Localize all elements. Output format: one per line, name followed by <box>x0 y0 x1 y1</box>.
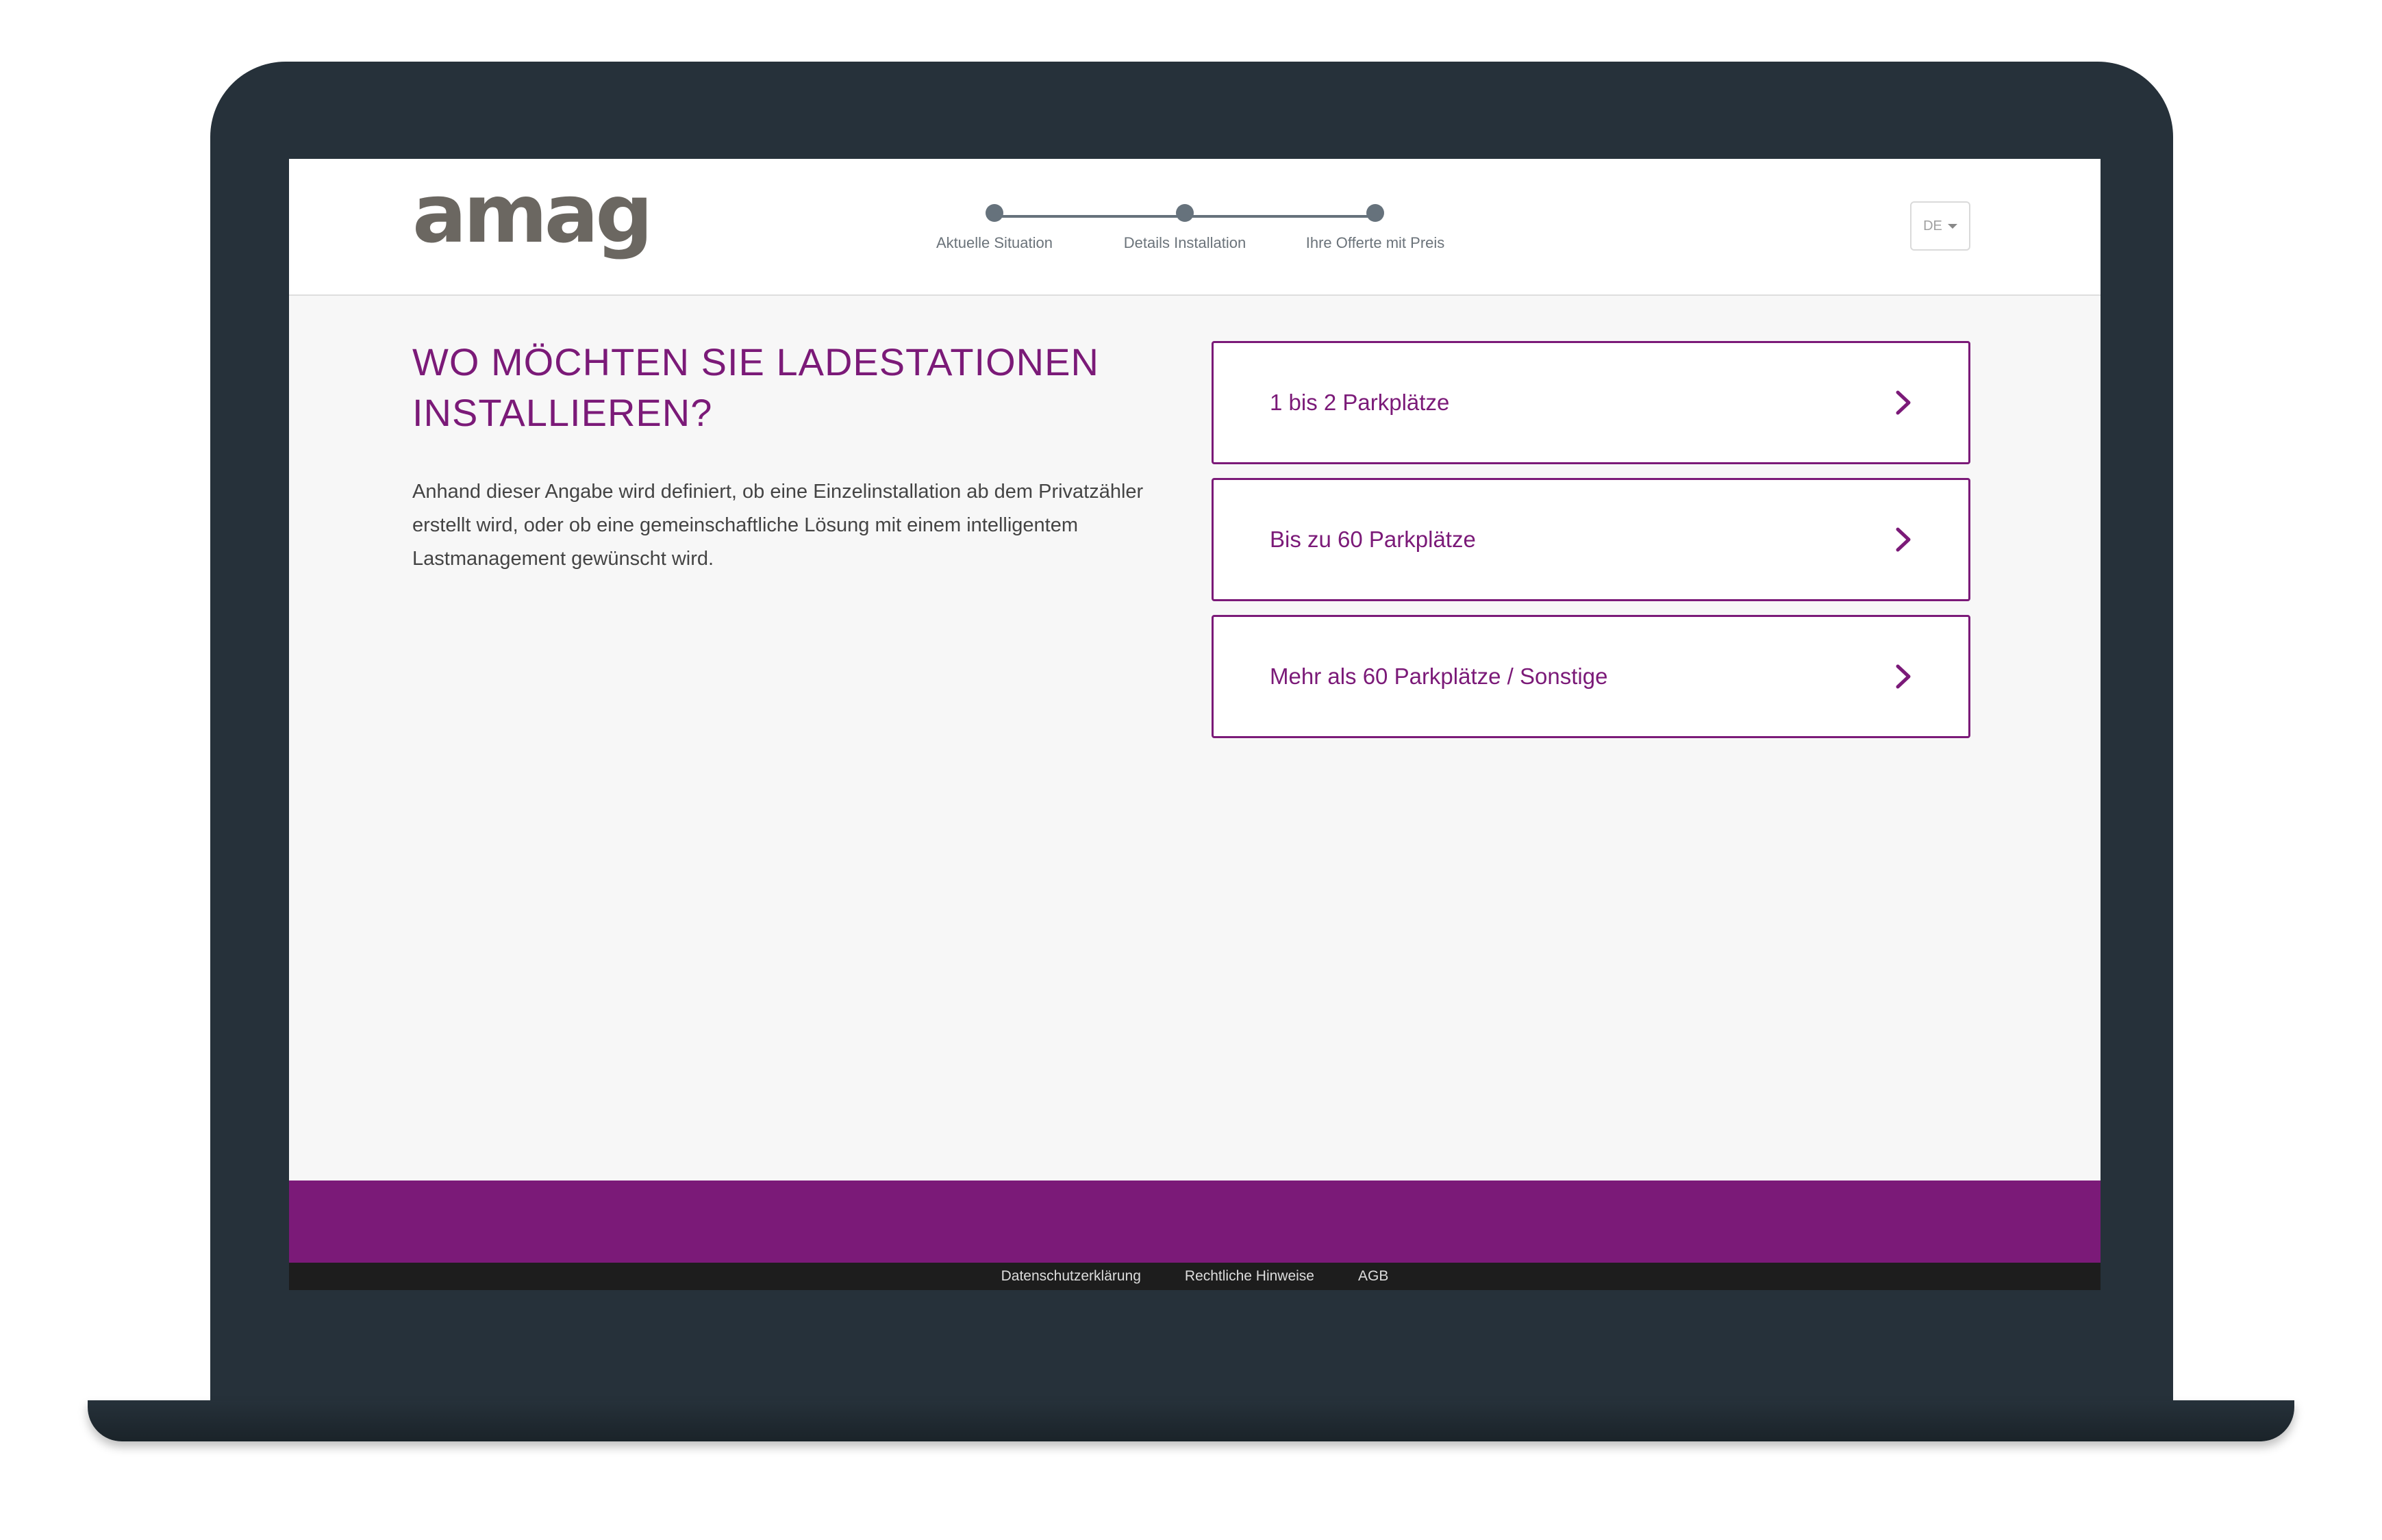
footer-links: Datenschutzerklärung Rechtliche Hinweise… <box>289 1263 2101 1290</box>
chevron-right-icon <box>1896 664 1911 689</box>
page-title: WO MÖCHTEN SIE LADESTATIONEN INSTALLIERE… <box>412 340 1099 434</box>
page-description: Anhand dieser Angabe wird definiert, ob … <box>412 481 1144 570</box>
amag-logo[interactable]: amag <box>412 173 653 254</box>
language-value: DE <box>1923 218 1942 233</box>
option-1-bis-2-parkplaetze[interactable]: 1 bis 2 Parkplätze <box>1212 341 1970 464</box>
laptop-base <box>88 1400 2294 1441</box>
step-label: Aktuelle Situation <box>936 234 1053 251</box>
step-label: Details Installation <box>1123 234 1246 251</box>
step-label: Ihre Offerte mit Preis <box>1305 234 1445 251</box>
option-mehr-als-60-parkplaetze[interactable]: Mehr als 60 Parkplätze / Sonstige <box>1212 615 1970 738</box>
option-label: Bis zu 60 Parkplätze <box>1270 527 1476 552</box>
step-aktuelle-situation: Aktuelle Situation <box>905 204 1083 252</box>
step-dot <box>1176 204 1194 222</box>
step-dot <box>1366 204 1384 222</box>
browser-screen: amag Aktuelle Situation Details Installa… <box>289 159 2101 1290</box>
language-select[interactable]: DE <box>1910 201 1970 251</box>
footer-link-rechtliche-hinweise[interactable]: Rechtliche Hinweise <box>1185 1268 1314 1285</box>
option-bis-zu-60-parkplaetze[interactable]: Bis zu 60 Parkplätze <box>1212 478 1970 601</box>
app-header: amag Aktuelle Situation Details Installa… <box>289 159 2101 296</box>
parking-options: 1 bis 2 Parkplätze Bis zu 60 Parkplätze … <box>1212 341 1970 752</box>
step-dot <box>986 204 1003 222</box>
option-label: Mehr als 60 Parkplätze / Sonstige <box>1270 664 1608 689</box>
footer-link-agb[interactable]: AGB <box>1358 1268 1388 1285</box>
step-ihre-offerte: Ihre Offerte mit Preis <box>1286 204 1464 252</box>
progress-stepper: Aktuelle Situation Details Installation … <box>905 159 1522 294</box>
chevron-right-icon <box>1896 527 1911 552</box>
caret-down-icon <box>1947 223 1957 229</box>
option-label: 1 bis 2 Parkplätze <box>1270 390 1450 415</box>
step-details-installation: Details Installation <box>1096 204 1274 252</box>
footer-band <box>289 1181 2101 1263</box>
footer-link-datenschutz[interactable]: Datenschutzerklärung <box>1001 1268 1141 1285</box>
chevron-right-icon <box>1896 390 1911 415</box>
